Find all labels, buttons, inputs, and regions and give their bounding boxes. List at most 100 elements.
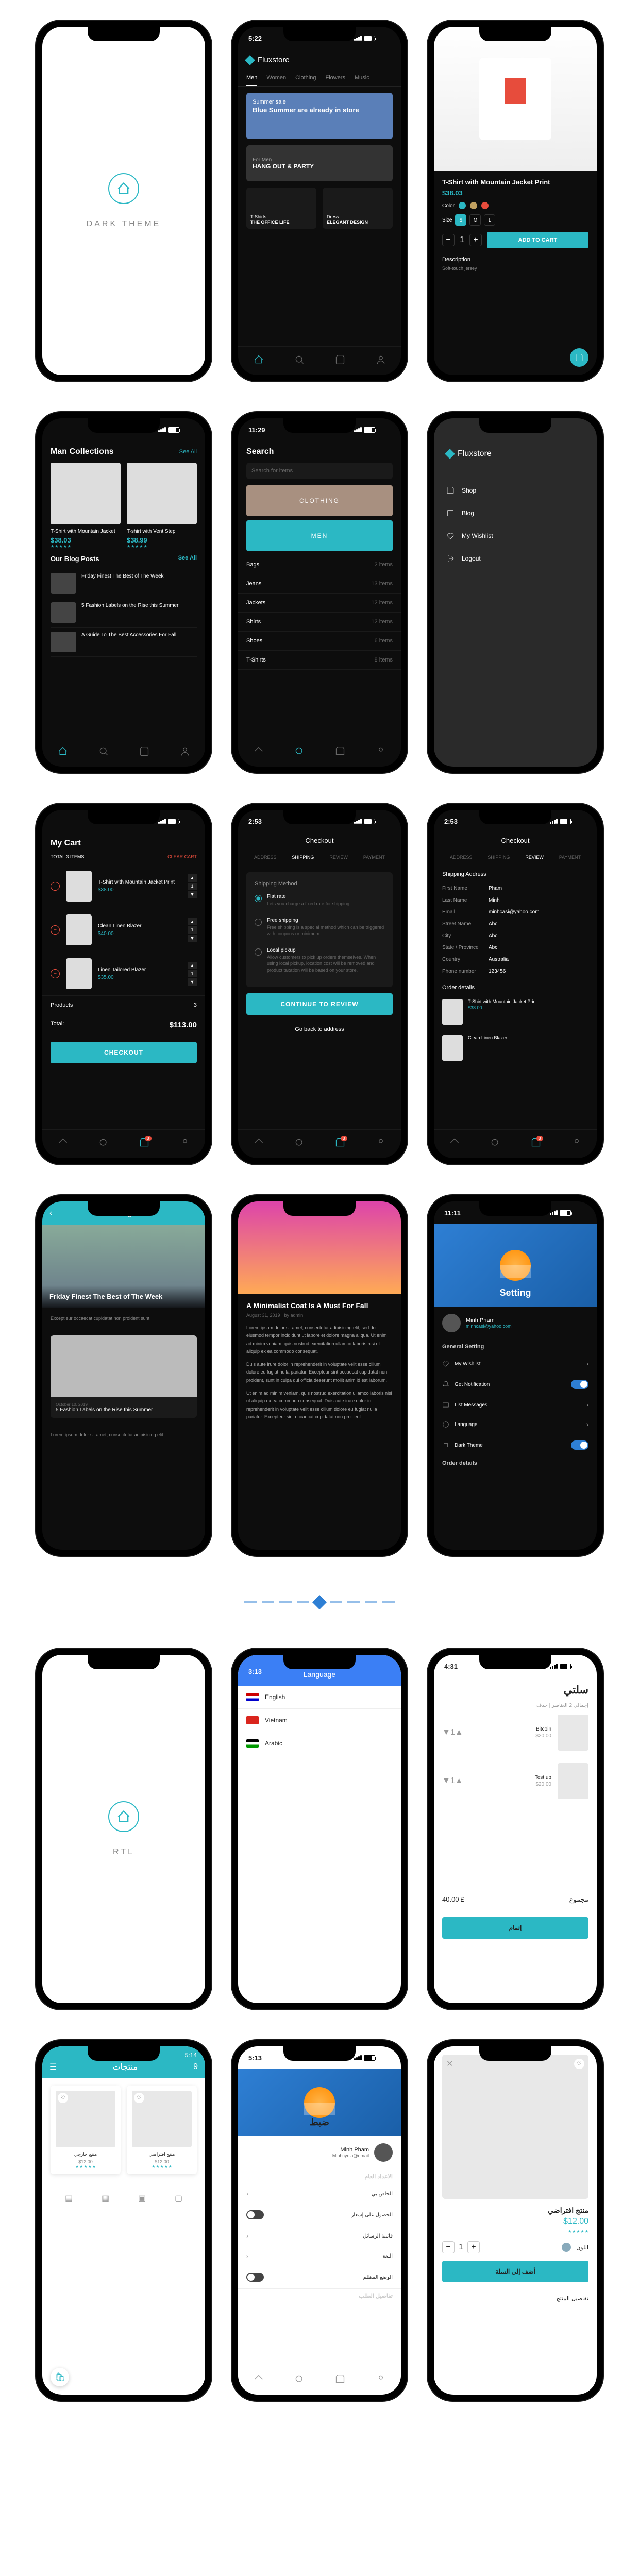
wishlist-icon[interactable]: ♡ [134, 2093, 144, 2103]
drawer-shop[interactable]: Shop [446, 479, 584, 502]
add-to-cart-button[interactable]: أضف إلى السلة [442, 2261, 588, 2282]
setting-2[interactable]: قائمة الرسائل‹ [238, 2226, 401, 2246]
nav-home[interactable] [254, 746, 264, 759]
nav-profile[interactable] [180, 1138, 190, 1150]
nav-search[interactable] [490, 1138, 500, 1150]
nav-home[interactable] [254, 1138, 264, 1150]
option-local[interactable]: Local pickupAllow customers to pick up o… [255, 942, 384, 979]
cat-clothing[interactable]: CLOTHING [246, 485, 393, 516]
qty-minus[interactable]: − [442, 2241, 455, 2253]
nav-cart[interactable] [139, 746, 149, 759]
cat-tshirts[interactable]: T-Shirts8 items [238, 651, 401, 670]
size-s[interactable]: S [455, 214, 466, 226]
checkout-button[interactable]: CHECKOUT [51, 1042, 197, 1063]
tab-women[interactable]: Women [266, 71, 286, 86]
lang-vietnam[interactable]: Vietnam [238, 1709, 401, 1732]
nav-search[interactable] [294, 746, 305, 759]
setting-0[interactable]: الخاص بي‹ [238, 2184, 401, 2204]
see-all-link[interactable]: See All [179, 449, 197, 455]
step-payment[interactable]: PAYMENT [363, 855, 385, 860]
color-gold[interactable] [470, 202, 477, 209]
clear-cart-button[interactable]: CLEAR CART [167, 854, 197, 859]
nav-cart[interactable] [335, 746, 345, 759]
product-image[interactable] [434, 27, 597, 171]
product-card-2[interactable]: T-shirt with Vent Step$38.99★★★★★ [127, 463, 197, 549]
blog-item-3[interactable]: A Guide To The Best Accessories For Fall [51, 628, 197, 657]
color-teal[interactable] [459, 202, 466, 209]
remove-item-2[interactable]: − [51, 925, 60, 935]
nav-cart[interactable]: 3 [531, 1138, 541, 1150]
step-review[interactable]: REVIEW [525, 855, 544, 860]
cart-fab[interactable]: 🛍 [51, 2368, 69, 2386]
setting-1[interactable]: الحصول على إشعار [238, 2204, 401, 2226]
toggle-notification[interactable] [571, 1380, 588, 1389]
tab-men[interactable]: Men [246, 71, 257, 86]
setting-4[interactable]: الوضع المظلم [238, 2266, 401, 2289]
lang-english[interactable]: English [238, 1686, 401, 1709]
close-icon[interactable]: ✕ [446, 2059, 453, 2069]
nav-profile[interactable] [376, 2374, 386, 2387]
step-address[interactable]: ADDRESS [254, 855, 277, 860]
continue-button[interactable]: CONTINUE TO REVIEW [246, 993, 393, 1015]
product-image[interactable]: ♡✕ [442, 2055, 588, 2199]
cat-shoes[interactable]: Shoes6 items [238, 632, 401, 651]
qty-plus[interactable]: + [469, 234, 482, 246]
nav-home[interactable] [58, 1138, 68, 1150]
drawer-logout[interactable]: Logout [446, 547, 584, 570]
color-red[interactable] [481, 202, 489, 209]
step-payment[interactable]: PAYMENT [559, 855, 581, 860]
nav-home[interactable] [254, 354, 264, 367]
tab-music[interactable]: Music [355, 71, 369, 86]
radio-flat[interactable] [255, 895, 262, 902]
nav-search[interactable] [294, 2374, 305, 2387]
tab-flowers[interactable]: Flowers [325, 71, 345, 86]
option-flat[interactable]: Flat rateLets you charge a fixed rate fo… [255, 889, 384, 912]
card-elegant[interactable]: DressELEGANT DESIGN [323, 188, 393, 229]
nav-cart[interactable] [335, 2374, 345, 2387]
drawer-blog[interactable]: Blog [446, 502, 584, 524]
cat-jeans[interactable]: Jeans13 items [238, 574, 401, 594]
nav-search[interactable] [294, 354, 305, 367]
nav-profile[interactable] [571, 1138, 582, 1150]
secondary-banner[interactable]: For Men HANG OUT & PARTY [246, 145, 393, 181]
cat-bags[interactable]: Bags2 items [238, 555, 401, 574]
hero-banner[interactable]: Summer sale Blue Summer are already in s… [246, 93, 393, 139]
card-office[interactable]: T-ShirtsTHE OFFICE LIFE [246, 188, 316, 229]
product-card-1[interactable]: ♡منتج افتراضي$12.00★★★★★ [127, 2086, 197, 2174]
option-free[interactable]: Free shippingFree shipping is a special … [255, 912, 384, 942]
view-card-icon[interactable]: ▢ [175, 2193, 182, 2204]
nav-home[interactable] [254, 2374, 264, 2387]
product-card-1[interactable]: T-Shirt with Mountain Jacket$38.03★★★★★ [51, 463, 121, 549]
user-profile[interactable]: Minh Phamminhcasi@yahoo.com [434, 1307, 597, 1340]
description-header[interactable]: تفاصيل المنتج [442, 2290, 588, 2307]
setting-notification[interactable]: Get Notification [434, 1374, 597, 1395]
back-link[interactable]: Go back to address [238, 1021, 401, 1038]
color-blue[interactable] [562, 2243, 571, 2252]
product-card-2[interactable]: ♡منتج خارجي$12.00★★★★★ [51, 2086, 121, 2174]
menu-icon[interactable]: ☰ [49, 2062, 57, 2072]
blog-hero[interactable]: Friday Finest The Best of The Week [42, 1225, 205, 1308]
checkout-button[interactable]: إتمام [442, 1917, 588, 1939]
view-list-icon[interactable]: ▤ [65, 2193, 73, 2204]
tab-clothing[interactable]: Clothing [295, 71, 316, 86]
view-grid2-icon[interactable]: ▣ [138, 2193, 146, 2204]
cat-shirts[interactable]: Shirts12 items [238, 613, 401, 632]
toggle[interactable] [246, 2210, 264, 2219]
step-shipping[interactable]: SHIPPING [487, 855, 510, 860]
remove-item-1[interactable]: − [51, 882, 60, 891]
nav-cart[interactable] [335, 354, 345, 367]
nav-cart[interactable]: 3 [139, 1138, 149, 1150]
cat-men[interactable]: MEN [246, 520, 393, 551]
nav-home[interactable] [449, 1138, 460, 1150]
step-review[interactable]: REVIEW [329, 855, 348, 860]
size-m[interactable]: M [469, 214, 481, 226]
step-address[interactable]: ADDRESS [450, 855, 473, 860]
qty-up[interactable]: ▲ [188, 874, 197, 882]
qty-plus[interactable]: + [467, 2241, 480, 2253]
nav-search[interactable] [294, 1138, 305, 1150]
blog-see-all[interactable]: See All [178, 555, 197, 563]
blog-item-1[interactable]: Friday Finest The Best of The Week [51, 569, 197, 598]
cat-jackets[interactable]: Jackets12 items [238, 594, 401, 613]
nav-cart[interactable]: 3 [335, 1138, 345, 1150]
blog-card[interactable]: October 10, 20195 Fashion Labels on the … [51, 1335, 197, 1418]
